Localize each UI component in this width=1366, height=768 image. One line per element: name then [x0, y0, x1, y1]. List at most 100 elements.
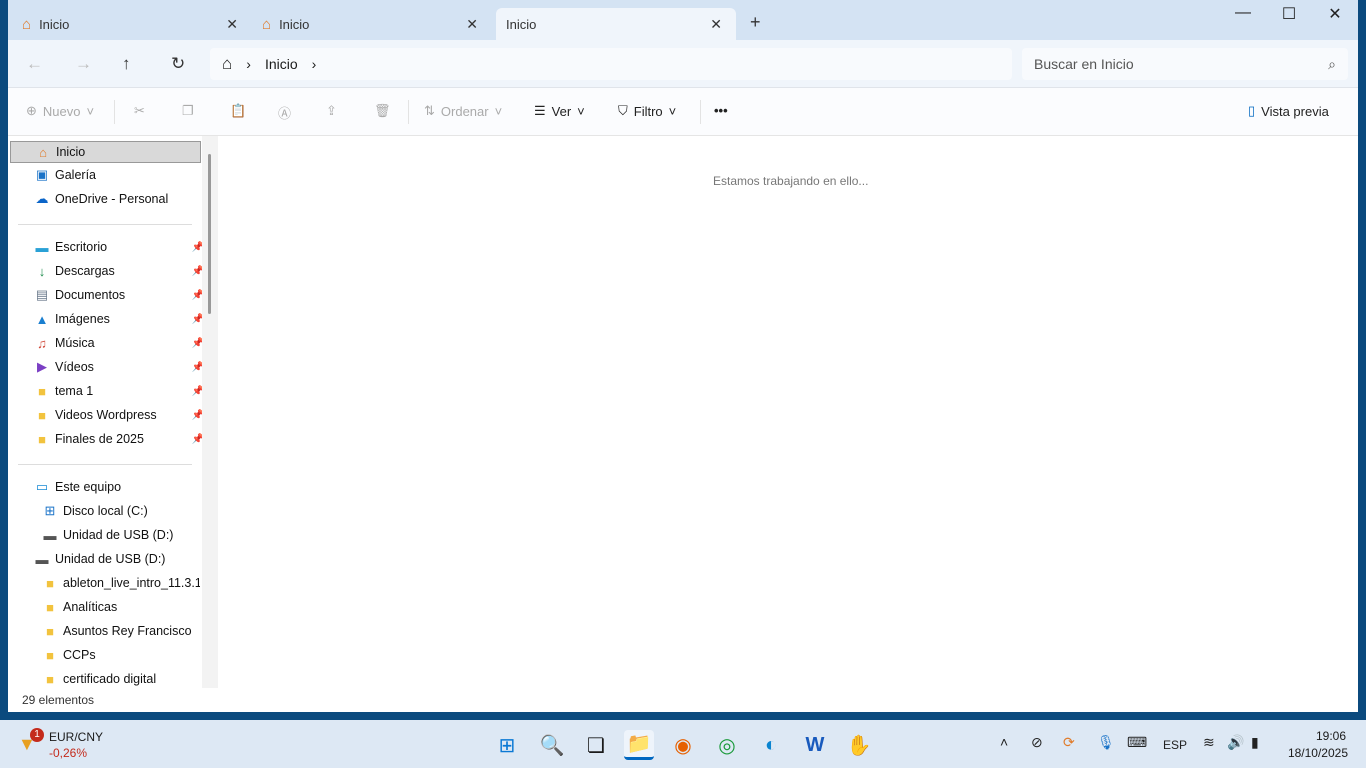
volume-icon[interactable]: 🔊: [1227, 734, 1244, 751]
view-button[interactable]: ☰ Ver ˅: [534, 103, 585, 119]
chevron-right-icon[interactable]: ›: [312, 56, 317, 72]
maximize-button[interactable]: ☐: [1266, 4, 1312, 24]
sidebar-scrollbar[interactable]: [202, 136, 218, 688]
filter-button[interactable]: ⛉ Filtro ˅: [618, 103, 676, 119]
close-window-button[interactable]: ✕: [1312, 4, 1358, 24]
delete-icon[interactable]: 🗑: [374, 103, 391, 119]
microphone-icon[interactable]: 🎙: [1097, 734, 1115, 751]
sync-icon[interactable]: ⟳: [1063, 734, 1075, 751]
clock-time[interactable]: 19:06: [1316, 729, 1346, 743]
video-icon: ▶: [37, 359, 47, 374]
sidebar-label: ableton_live_intro_11.3.13_: [63, 576, 200, 590]
word-icon[interactable]: W: [800, 730, 830, 760]
start-icon[interactable]: ⊞: [492, 730, 522, 760]
keyboard-icon[interactable]: ⌨: [1127, 734, 1147, 751]
taskbar: ▼ 1 EUR/CNY -0,26% ⊞ 🔍 ❏ 📁 ◉ ◎ ◐ W ✋ ˄ ⊘…: [0, 720, 1366, 768]
forward-button[interactable]: →: [75, 54, 92, 74]
up-button[interactable]: ↑: [122, 54, 131, 74]
edge-icon[interactable]: ◐: [756, 730, 786, 760]
breadcrumb[interactable]: ⌂ › Inicio ›: [210, 48, 1012, 80]
divider: [408, 100, 409, 124]
show-hidden-icons[interactable]: ˄: [1000, 734, 1008, 750]
sidebar-item-usb-d-root[interactable]: ▬ Unidad de USB (D:): [10, 548, 200, 570]
firefox-icon[interactable]: ◉: [668, 730, 698, 760]
search-icon[interactable]: 🔍: [537, 730, 567, 760]
sidebar-label: Unidad de USB (D:): [55, 552, 166, 566]
tab-2[interactable]: ⌂ Inicio ✕: [252, 8, 492, 40]
sidebar-item-folder[interactable]: ■ ableton_live_intro_11.3.13_: [10, 572, 200, 594]
share-icon[interactable]: ⇪: [326, 103, 337, 119]
tab-label: Inicio: [506, 16, 537, 32]
new-tab-button[interactable]: +: [750, 12, 761, 33]
sort-label: Ordenar: [440, 103, 489, 119]
sort-icon: ⇅: [424, 103, 435, 118]
sidebar-item-musica[interactable]: ♫ Música 📌: [10, 332, 204, 354]
home-icon[interactable]: ⌂: [222, 54, 232, 74]
sort-button[interactable]: ⇅ Ordenar ˅: [424, 103, 502, 119]
gallery-icon: ▣: [35, 167, 49, 182]
sidebar-item-tema1[interactable]: ■ tema 1 📌: [10, 380, 204, 402]
weather-widget[interactable]: ▼ 1 EUR/CNY -0,26%: [16, 728, 126, 762]
sidebar-item-este-equipo[interactable]: ▭ Este equipo: [10, 476, 200, 498]
sidebar-item-escritorio[interactable]: ▬ Escritorio 📌: [10, 236, 205, 258]
chrome-icon[interactable]: ◎: [712, 730, 742, 760]
back-button[interactable]: ←: [26, 54, 43, 74]
widget-title: EUR/CNY: [49, 730, 104, 744]
app-icon[interactable]: ✋: [844, 730, 874, 760]
wifi-icon[interactable]: ≋: [1203, 734, 1215, 751]
folder-icon: ■: [46, 575, 54, 591]
close-tab-icon[interactable]: ✕: [226, 16, 238, 33]
sidebar-item-documentos[interactable]: ▤ Documentos 📌: [10, 284, 204, 306]
new-button[interactable]: ⊕ Nuevo ˅: [26, 103, 94, 119]
rename-icon[interactable]: Ⓐ: [278, 103, 291, 122]
task-view-icon[interactable]: ❏: [581, 730, 611, 760]
sidebar-label: Este equipo: [55, 480, 122, 494]
search-input[interactable]: Buscar en Inicio ⌕: [1022, 48, 1348, 80]
sidebar-item-inicio[interactable]: ⌂ Inicio: [10, 141, 201, 163]
sidebar-label: Escritorio: [55, 240, 108, 254]
cut-icon[interactable]: ✂: [134, 103, 145, 119]
paste-icon[interactable]: 📋: [230, 103, 246, 119]
cloud-icon: ☁: [35, 191, 49, 206]
language-indicator[interactable]: ESP: [1163, 738, 1187, 752]
minimize-button[interactable]: —: [1220, 4, 1266, 22]
more-options-button[interactable]: •••: [714, 103, 728, 118]
home-icon: ⌂: [22, 15, 32, 33]
sidebar-item-onedrive[interactable]: ☁ OneDrive - Personal: [10, 188, 200, 210]
tab-1[interactable]: ⌂ Inicio ✕: [12, 8, 252, 40]
scrollbar-thumb[interactable]: [208, 154, 211, 314]
tab-3-active[interactable]: Inicio ✕: [496, 8, 736, 40]
sidebar-item-galeria[interactable]: ▣ Galería: [10, 164, 200, 186]
copy-icon[interactable]: ❐: [182, 103, 194, 119]
view-label: Ver: [551, 103, 572, 119]
sidebar-label: Inicio: [56, 145, 86, 159]
command-bar: ⊕ Nuevo ˅ ✂ ❐ 📋 Ⓐ ⇪ 🗑 ⇅ Ordenar ˅ ☰ Ver ˅ ⛉ Fil…: [8, 88, 1358, 136]
sidebar-item-imagenes[interactable]: ▲ Imágenes 📌: [10, 308, 204, 330]
sidebar-label: Vídeos: [55, 360, 94, 374]
sidebar-label: Unidad de USB (D:): [63, 528, 174, 542]
sidebar-item-videos[interactable]: ▶ Vídeos 📌: [10, 356, 204, 378]
drive-icon: ⊞: [44, 503, 56, 518]
onedrive-offline-icon[interactable]: ⊘: [1031, 734, 1043, 751]
battery-icon[interactable]: ▮: [1251, 734, 1259, 751]
sidebar-item-videos-wordpress[interactable]: ■ Videos Wordpress 📌: [10, 404, 204, 426]
clock-date[interactable]: 18/10/2025: [1288, 746, 1348, 760]
sidebar-label: certificado digital: [63, 672, 157, 686]
close-tab-icon[interactable]: ✕: [710, 16, 722, 33]
sidebar-item-folder[interactable]: ■ certificado digital: [10, 668, 200, 690]
search-icon: ⌕: [1328, 55, 1336, 72]
sidebar-item-folder[interactable]: ■ CCPs: [10, 644, 200, 666]
document-icon: ▤: [35, 287, 49, 302]
sidebar-item-folder[interactable]: ■ Analíticas: [10, 596, 200, 618]
close-tab-icon[interactable]: ✕: [466, 16, 478, 33]
sidebar-item-finales-2025[interactable]: ■ Finales de 2025 📌: [10, 428, 204, 450]
sidebar-item-descargas[interactable]: ↓ Descargas 📌: [10, 260, 204, 282]
sidebar-item-usb-d[interactable]: ▬ Unidad de USB (D:): [10, 524, 200, 546]
preview-pane-button[interactable]: ▯ Vista previa: [1248, 103, 1329, 119]
sidebar-item-disco-c[interactable]: ⊞ Disco local (C:): [10, 500, 200, 522]
breadcrumb-item[interactable]: Inicio: [265, 56, 298, 72]
folder-icon: ■: [38, 431, 46, 447]
sidebar-item-folder[interactable]: ■ Asuntos Rey Francisco: [10, 620, 200, 642]
file-explorer-icon[interactable]: 📁: [624, 730, 654, 760]
refresh-button[interactable]: ↻: [171, 54, 185, 74]
